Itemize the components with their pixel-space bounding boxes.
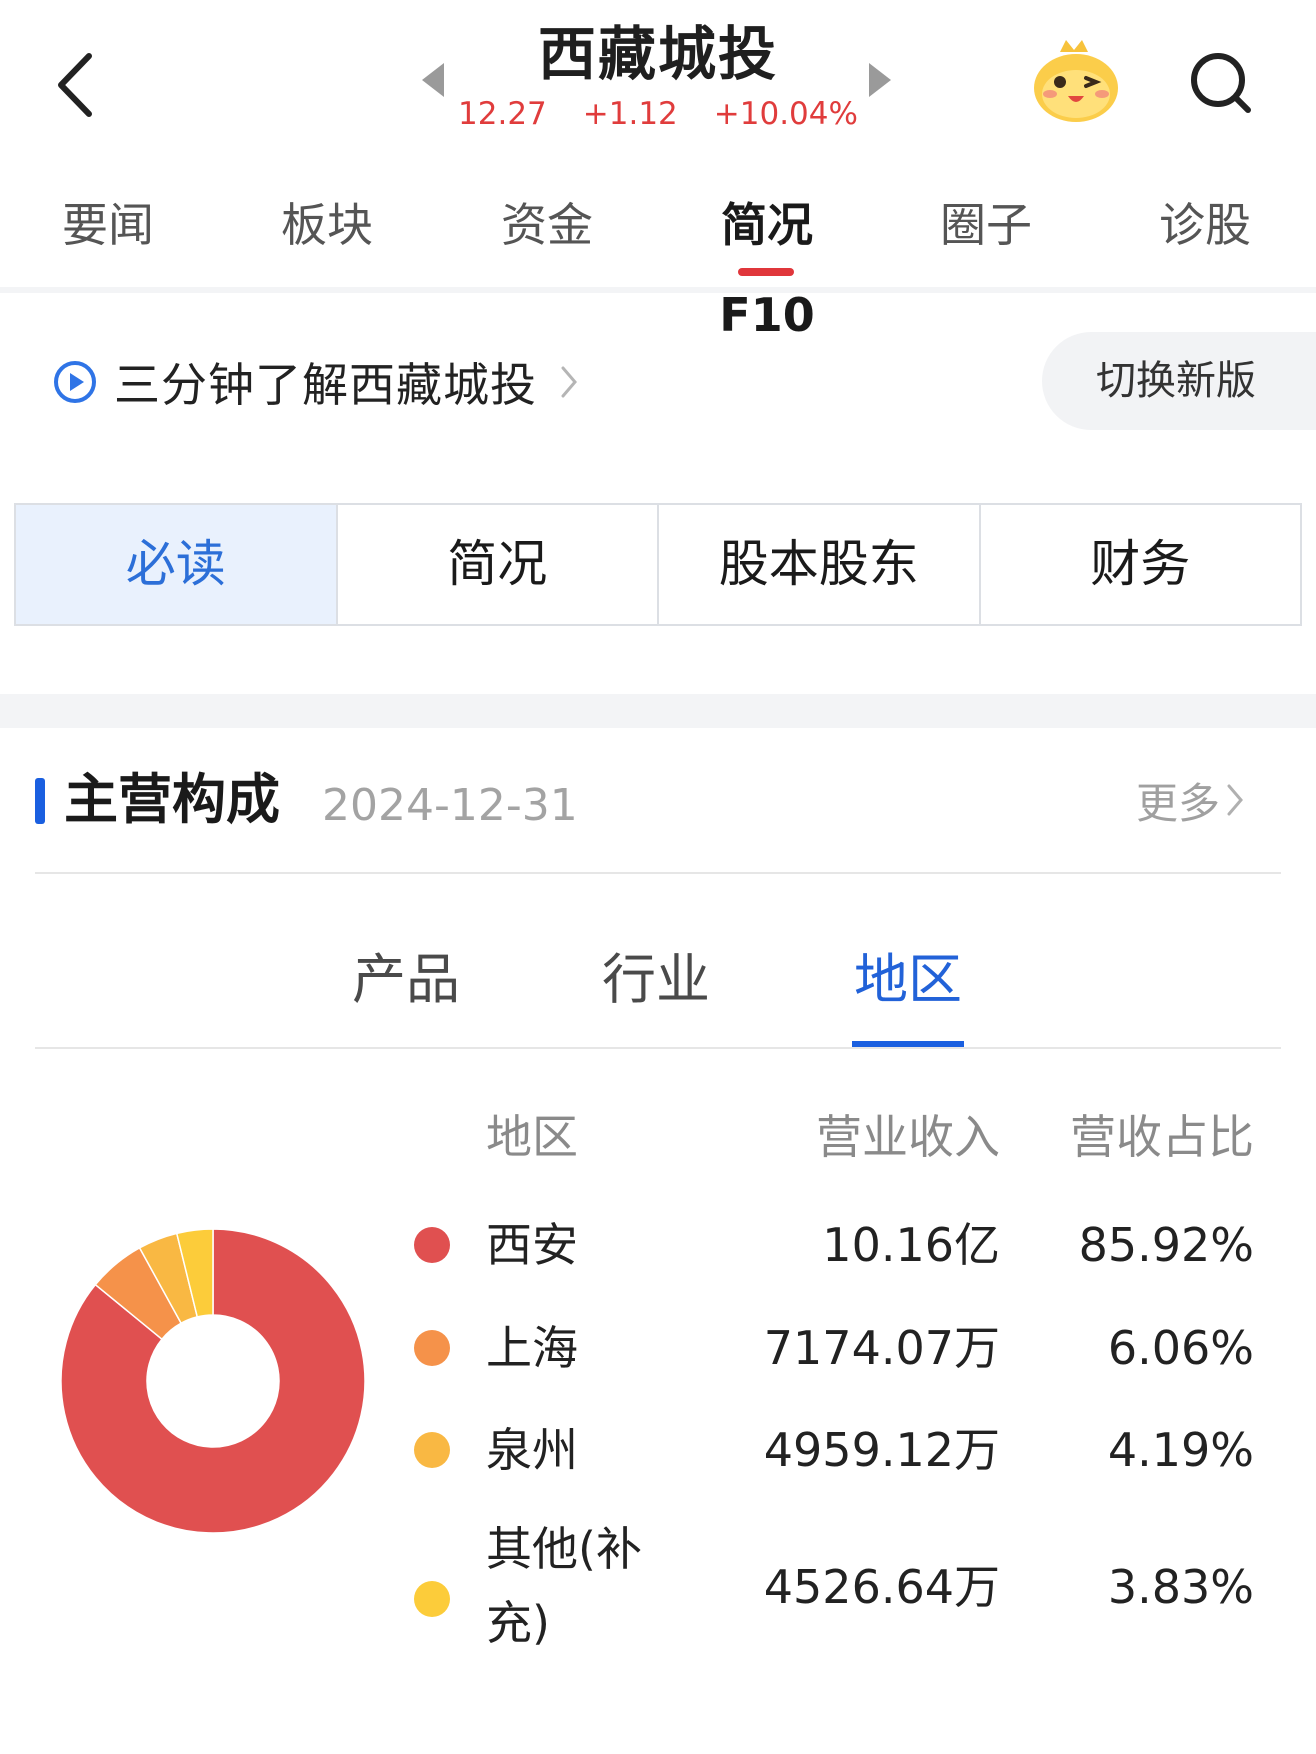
row-share: 3.83% [1107, 1560, 1254, 1614]
more-link[interactable]: 更多 [1136, 760, 1246, 840]
row-revenue: 10.16亿 [822, 1218, 1000, 1272]
legend-dot [414, 1432, 450, 1468]
header-revenue: 营业收入 [816, 1110, 1000, 1164]
legend-dot [414, 1581, 450, 1617]
subtab-product[interactable]: 产品 [326, 940, 486, 1020]
row-revenue: 4959.12万 [763, 1423, 1000, 1477]
tab-community[interactable]: 圈子 [896, 180, 1076, 270]
legend-dot [414, 1227, 450, 1263]
row-revenue: 4526.64万 [763, 1560, 1000, 1614]
section-divider [35, 872, 1281, 874]
section-accent-bar [35, 778, 45, 824]
search-icon [1191, 53, 1251, 113]
segment-must-read[interactable]: 必读 [16, 505, 338, 624]
legend-dot [414, 1330, 450, 1366]
revenue-donut-chart [60, 1228, 366, 1534]
segment-shareholders[interactable]: 股本股东 [659, 505, 981, 624]
header-region: 地区 [486, 1110, 578, 1164]
stock-price: 12.27 [458, 96, 547, 132]
segment-overview[interactable]: 简况 [338, 505, 659, 624]
search-button[interactable] [1180, 42, 1262, 124]
segment-finance[interactable]: 财务 [981, 505, 1301, 624]
tab-news[interactable]: 要闻 [18, 180, 198, 270]
subtab-divider [35, 1047, 1281, 1049]
section-title: 主营构成 [64, 768, 280, 831]
section-date: 2024-12-31 [322, 780, 578, 831]
active-tab-indicator [738, 268, 794, 276]
f10-segment-tabs: 必读 简况 股本股东 财务 [14, 503, 1302, 626]
section-gap-band [0, 694, 1316, 728]
chevron-right-icon [561, 366, 577, 398]
intro-video-link[interactable]: 三分钟了解西藏城投 [52, 352, 579, 412]
row-share: 6.06% [1107, 1321, 1254, 1375]
tab-diagnosis[interactable]: 诊股 [1115, 180, 1295, 270]
intro-text: 三分钟了解西藏城投 [114, 358, 537, 412]
row-revenue: 7174.07万 [763, 1321, 1000, 1375]
more-label: 更多 [1136, 778, 1221, 828]
divider-band [0, 287, 1316, 293]
row-region: 上海 [486, 1321, 578, 1375]
caret-right-icon [869, 63, 891, 97]
section-header: 主营构成 2024-12-31 更多 [0, 760, 1316, 840]
switch-version-button[interactable]: 切换新版 [1042, 332, 1316, 430]
play-circle-icon [54, 361, 96, 403]
main-tab-bar: 要闻 板块 资金 简况F10 圈子 诊股 [0, 180, 1316, 342]
stock-change-pct: +10.04% [713, 96, 858, 132]
back-button[interactable] [40, 40, 110, 130]
stock-header: 西藏城投 12.27 +1.12 +10.04% [0, 0, 1316, 160]
row-region: 西安 [486, 1218, 578, 1272]
row-region: 泉州 [486, 1423, 578, 1477]
next-stock-button[interactable] [862, 58, 898, 102]
tab-sector[interactable]: 板块 [237, 180, 417, 270]
chevron-right-icon [1227, 784, 1243, 816]
back-arrow-icon [58, 53, 92, 117]
row-share: 4.19% [1107, 1423, 1254, 1477]
subtab-industry[interactable]: 行业 [576, 940, 736, 1020]
breakdown-sub-tabs: 产品 行业 地区 [0, 940, 1316, 1050]
row-share: 85.92% [1078, 1218, 1254, 1272]
subtab-region[interactable]: 地区 [828, 940, 988, 1020]
row-region: 其他(补充) [486, 1522, 642, 1650]
prev-stock-button[interactable] [415, 58, 451, 102]
stock-change: +1.12 [582, 96, 678, 132]
stock-quote: 12.27 +1.12 +10.04% [458, 92, 858, 136]
mascot-icon[interactable] [1030, 38, 1122, 126]
header-share: 营收占比 [1070, 1110, 1254, 1164]
stock-name: 西藏城投 [537, 20, 778, 88]
caret-left-icon [422, 63, 444, 97]
tab-funds[interactable]: 资金 [457, 180, 637, 270]
